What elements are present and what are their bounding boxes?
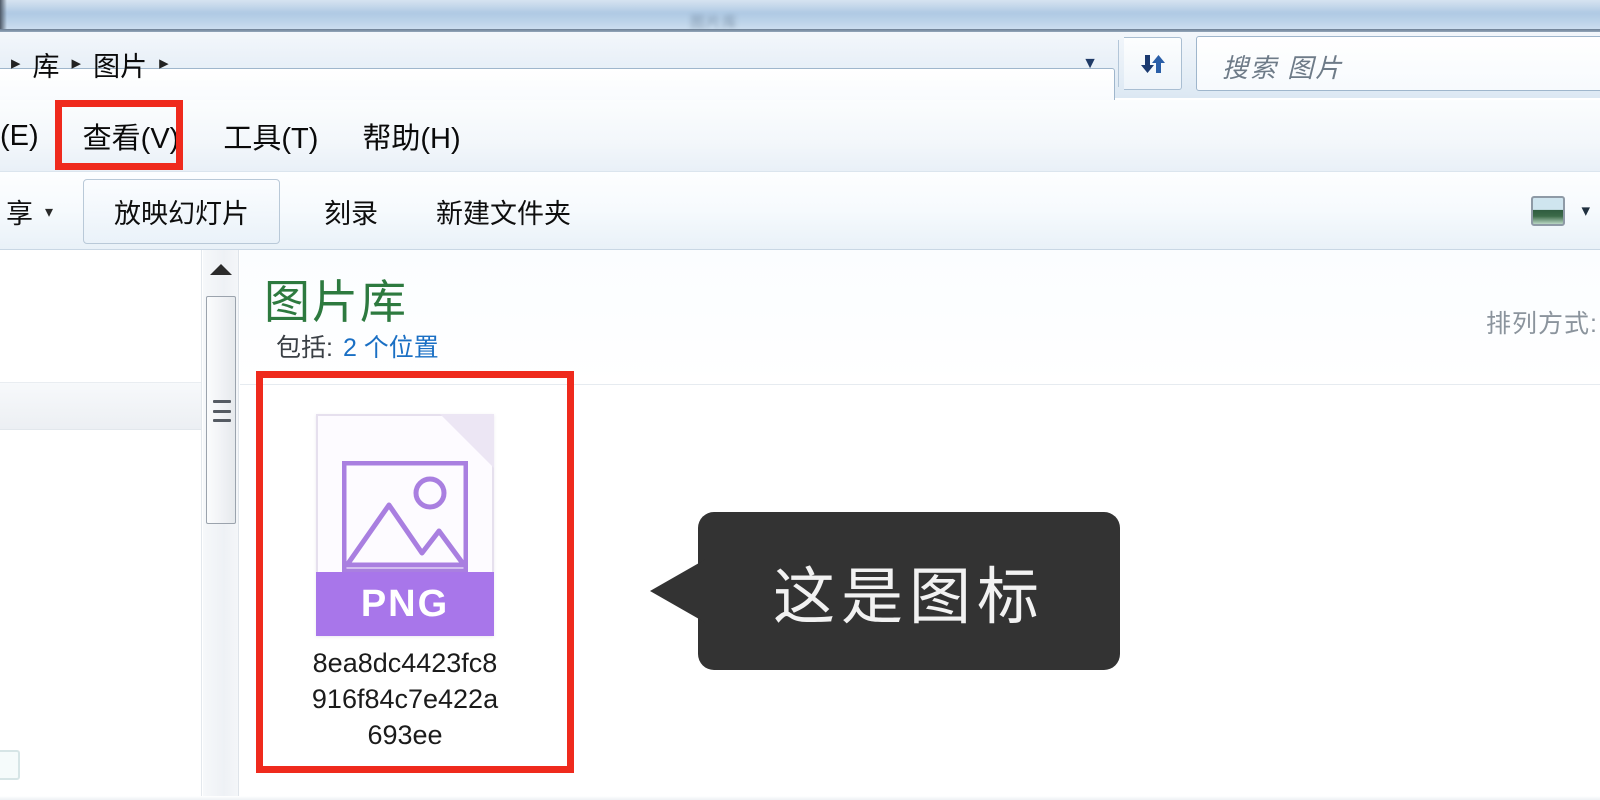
- scrollbar-grip-icon: [213, 400, 231, 422]
- window-bottom-edge: [0, 796, 1600, 800]
- address-bar-divider: [1118, 40, 1119, 87]
- window-title-text: 图片库: [690, 14, 739, 31]
- breadcrumb-separator-1[interactable]: ▸: [63, 52, 91, 75]
- menu-item-help[interactable]: 帮助(H): [340, 115, 482, 157]
- library-includes: 包括: 2 个位置: [276, 328, 439, 364]
- explorer-window: 图片库 ▸ 库 ▸ 图片 ▸ ▼ 搜索 图片 (E) 查看(V) 工具(T) 帮…: [0, 0, 1600, 800]
- annotation-callout: 这是图标: [650, 512, 1120, 670]
- includes-locations-link[interactable]: 2 个位置: [343, 328, 439, 364]
- toolbar-left-group: 享 ▾ 放映幻灯片 刻录 新建文件夹: [0, 176, 585, 246]
- search-placeholder-text: 搜索 图片: [1222, 53, 1344, 83]
- scroll-up-arrow-icon[interactable]: [203, 250, 239, 288]
- breadcrumb-item-libraries[interactable]: 库: [30, 45, 63, 84]
- file-type-badge: PNG: [316, 572, 494, 636]
- png-file-icon: PNG: [316, 414, 494, 636]
- callout-label: 这是图标: [772, 563, 1045, 632]
- library-header: [240, 250, 1600, 385]
- image-thumbnail-icon: [342, 461, 468, 573]
- file-type-badge-label: PNG: [360, 582, 450, 625]
- breadcrumb-separator-2[interactable]: ▸: [150, 52, 178, 75]
- share-button[interactable]: 享: [0, 192, 39, 231]
- file-name-label: 8ea8dc4423fc8 916f84c7e422a 693ee: [286, 646, 524, 754]
- refresh-icon: [1140, 54, 1165, 73]
- nav-pane-row[interactable]: [0, 382, 201, 430]
- vertical-scrollbar[interactable]: [203, 250, 239, 800]
- new-folder-button[interactable]: 新建文件夹: [422, 182, 585, 241]
- refresh-button[interactable]: [1124, 37, 1182, 90]
- picture-view-icon[interactable]: [1531, 196, 1566, 226]
- nav-pane-item-icon: [0, 750, 20, 780]
- breadcrumb-item-pictures[interactable]: 图片: [90, 45, 150, 84]
- scrollbar-thumb[interactable]: [206, 296, 236, 524]
- includes-label: 包括:: [276, 334, 333, 362]
- breadcrumb-separator-leading: ▸: [11, 52, 21, 74]
- file-corner-fold: [440, 414, 494, 468]
- toolbar-right-group: ▾: [1531, 176, 1590, 246]
- chevron-down-icon[interactable]: ▼: [1068, 38, 1112, 89]
- window-title-bar: 图片库: [0, 0, 1600, 31]
- menu-item-view[interactable]: 查看(V): [61, 115, 202, 157]
- slideshow-button[interactable]: 放映幻灯片: [83, 178, 281, 244]
- chevron-down-icon[interactable]: ▾: [39, 202, 61, 222]
- file-name-line-1: 8ea8dc4423fc8: [312, 648, 498, 678]
- menu-item-tools[interactable]: 工具(T): [201, 115, 340, 157]
- navigation-pane: [0, 250, 202, 800]
- burn-button[interactable]: 刻录: [310, 182, 392, 241]
- file-name-line-3: 693ee: [367, 719, 443, 750]
- chevron-down-icon[interactable]: ▾: [1581, 201, 1590, 221]
- file-name-line-2: 916f84c7e422a: [311, 683, 499, 714]
- file-tile[interactable]: PNG 8ea8dc4423fc8 916f84c7e422a 693ee: [272, 400, 538, 754]
- page-title: 图片库: [264, 276, 408, 328]
- title-bar-left-shadow: [0, 0, 7, 31]
- menu-item-edit[interactable]: (E): [0, 120, 61, 153]
- menu-bar-items: (E) 查看(V) 工具(T) 帮助(H): [0, 100, 483, 172]
- title-bar-sheen: [0, 0, 1600, 14]
- breadcrumb: ▸ 库 ▸ 图片 ▸: [0, 42, 178, 86]
- arrange-by-label[interactable]: 排列方式:: [1486, 304, 1598, 340]
